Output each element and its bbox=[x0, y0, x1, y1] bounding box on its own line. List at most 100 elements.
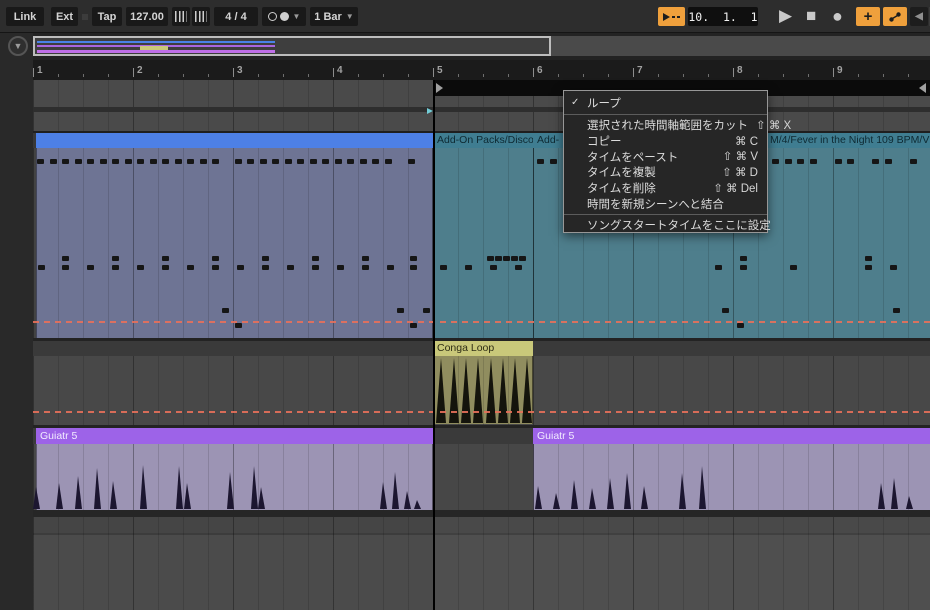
nudge-down-icon bbox=[175, 11, 187, 22]
bar-tick bbox=[433, 68, 434, 77]
bar-number: 7 bbox=[637, 65, 643, 76]
clip-midi-blue-body[interactable] bbox=[36, 148, 433, 338]
bar-tick bbox=[533, 68, 534, 77]
clip-fever-title-start: Add- bbox=[537, 133, 559, 148]
follow-dash-icon bbox=[677, 16, 680, 18]
insert-marker-line bbox=[433, 80, 435, 610]
bar-number: 5 bbox=[437, 65, 443, 76]
menu-item-label: 選択された時間軸範囲をカット bbox=[587, 117, 748, 133]
menu-item-label: ループ bbox=[587, 95, 621, 111]
clip-boundary bbox=[533, 148, 534, 338]
bar-tick bbox=[833, 68, 834, 77]
back-to-arrangement-button[interactable]: ◀ bbox=[910, 7, 928, 26]
record-button[interactable]: ● bbox=[832, 4, 843, 28]
plus-icon: + bbox=[864, 8, 873, 25]
bar-number: 3 bbox=[237, 65, 243, 76]
menu-item-label: ソングスタートタイムをここに設定 bbox=[587, 217, 771, 233]
play-button[interactable]: ▶ bbox=[779, 4, 792, 28]
arrangement-position-display[interactable]: 10. 1. 1 bbox=[688, 7, 758, 26]
lane-divider bbox=[33, 510, 930, 517]
overview-magenta-track bbox=[37, 50, 275, 53]
menu-item-shortcut: ⇧ ⌘ V bbox=[715, 149, 758, 163]
metronome-icon bbox=[268, 12, 277, 21]
bar-number: 6 bbox=[537, 65, 543, 76]
quantization-value: 1 Bar bbox=[314, 11, 342, 23]
follow-arrow-icon bbox=[663, 13, 670, 21]
control-bar: Link Ext Tap 127.00 4 / 4 ▼ 1 Bar ▼ 10. 1… bbox=[0, 0, 930, 33]
clip-guitar-right-body[interactable] bbox=[533, 444, 930, 510]
clip-midi-blue-header[interactable] bbox=[36, 133, 433, 148]
checkmark-icon: ✓ bbox=[571, 97, 579, 108]
menu-item[interactable]: 選択された時間軸範囲をカット⇧ ⌘ X bbox=[564, 117, 767, 133]
ext-button[interactable]: Ext bbox=[51, 7, 78, 26]
arrangement-area[interactable]: Add-On Packs/Disco Add- M/4/Fever in the… bbox=[0, 0, 930, 610]
left-rail bbox=[0, 33, 33, 610]
automation-arm-button[interactable] bbox=[883, 7, 907, 26]
menu-item[interactable]: タイムを複製 ⇧ ⌘ D bbox=[564, 164, 767, 180]
menu-item-shortcut: ⇧ ⌘ D bbox=[714, 165, 758, 179]
sync-indicator bbox=[82, 14, 88, 20]
menu-item[interactable]: ソングスタートタイムをここに設定 bbox=[564, 217, 767, 234]
bar-tick bbox=[133, 68, 134, 77]
time-signature-field[interactable]: 4 / 4 bbox=[214, 7, 258, 26]
menu-item[interactable]: ✓ ループ bbox=[564, 93, 767, 112]
bar-tick bbox=[633, 68, 634, 77]
menu-item-label: タイムを削除 bbox=[587, 180, 656, 196]
clip-conga-header[interactable]: Conga Loop bbox=[433, 341, 533, 356]
menu-item-shortcut: ⌘ C bbox=[727, 134, 758, 148]
metronome-button[interactable]: ▼ bbox=[262, 7, 306, 26]
menu-item-shortcut: ⇧ ⌘ X bbox=[748, 118, 791, 132]
nudge-up-icon bbox=[195, 11, 207, 22]
bar-number: 1 bbox=[37, 65, 43, 76]
tap-tempo-button[interactable]: Tap bbox=[92, 7, 122, 26]
nudge-down-button[interactable] bbox=[172, 7, 190, 26]
bar-numbers: 123456789 bbox=[33, 60, 930, 80]
menu-item-label: コピー bbox=[587, 133, 622, 149]
tempo-field[interactable]: 127.00 bbox=[126, 7, 168, 26]
link-button[interactable]: Link bbox=[6, 7, 44, 26]
automation-nodes-icon bbox=[888, 11, 902, 23]
bar-number: 9 bbox=[837, 65, 843, 76]
bar-number: 2 bbox=[137, 65, 143, 76]
clip-guitar-right-header[interactable]: Guiatr 5 bbox=[533, 428, 930, 444]
stop-button[interactable]: ■ bbox=[806, 4, 816, 28]
chevron-down-icon: ▼ bbox=[346, 12, 354, 21]
bar-tick bbox=[733, 68, 734, 77]
metronome-icon-filled bbox=[280, 12, 289, 21]
menu-item[interactable]: コピー ⌘ C bbox=[564, 133, 767, 149]
clip-addon-packs-header[interactable]: Add-On Packs/Disco bbox=[433, 133, 533, 148]
clip-guitar-left-body[interactable] bbox=[36, 444, 433, 510]
beat-time-ruler[interactable]: 123456789 bbox=[33, 60, 930, 80]
menu-item[interactable]: タイムをペースト ⇧ ⌘ V bbox=[564, 149, 767, 165]
arrangement-overview[interactable] bbox=[33, 36, 930, 56]
nudge-up-button[interactable] bbox=[192, 7, 210, 26]
overview-blue-track bbox=[37, 41, 275, 43]
clip-guitar-left-header[interactable]: Guiatr 5 bbox=[36, 428, 433, 444]
quantization-menu[interactable]: 1 Bar ▼ bbox=[310, 7, 358, 26]
bar-tick bbox=[233, 68, 234, 77]
clip-conga-body[interactable] bbox=[433, 356, 533, 424]
scrub-area-2[interactable] bbox=[33, 112, 930, 131]
chevron-down-icon: ▼ bbox=[293, 12, 301, 21]
midi-overdub-button[interactable]: + bbox=[856, 7, 880, 26]
menu-item-shortcut: ⇧ ⌘ Del bbox=[705, 181, 758, 195]
menu-separator bbox=[564, 214, 767, 215]
loop-end-marker-icon[interactable] bbox=[919, 83, 926, 93]
bar-tick bbox=[33, 68, 34, 77]
menu-item-label: タイムを複製 bbox=[587, 164, 656, 180]
menu-item-label: 時間を新規シーンへと結合 bbox=[587, 196, 724, 212]
bar-number: 4 bbox=[337, 65, 343, 76]
overview-view-box[interactable] bbox=[33, 36, 551, 56]
app-root: { "toolbar": { "link_label": "Link", "ex… bbox=[0, 0, 930, 610]
loop-start-marker-icon[interactable] bbox=[436, 83, 443, 93]
context-menu: ✓ ループ選択された時間軸範囲をカット⇧ ⌘ Xコピー ⌘ C タイムをペースト ⇧ ⌘… bbox=[563, 90, 768, 233]
collapse-triangle-icon[interactable]: ▼ bbox=[8, 36, 28, 56]
menu-item[interactable]: タイムを削除 ⇧ ⌘ Del bbox=[564, 180, 767, 196]
menu-item-label: タイムをペースト bbox=[587, 149, 678, 165]
menu-item[interactable]: 時間を新規シーンへと結合 bbox=[564, 196, 767, 212]
follow-button[interactable] bbox=[658, 7, 685, 26]
follow-dash-icon bbox=[672, 16, 675, 18]
clip-fever-title-fragment: M/4/Fever in the Night 109 BPM/V bbox=[770, 133, 929, 148]
bar-tick bbox=[333, 68, 334, 77]
menu-separator bbox=[564, 114, 767, 115]
